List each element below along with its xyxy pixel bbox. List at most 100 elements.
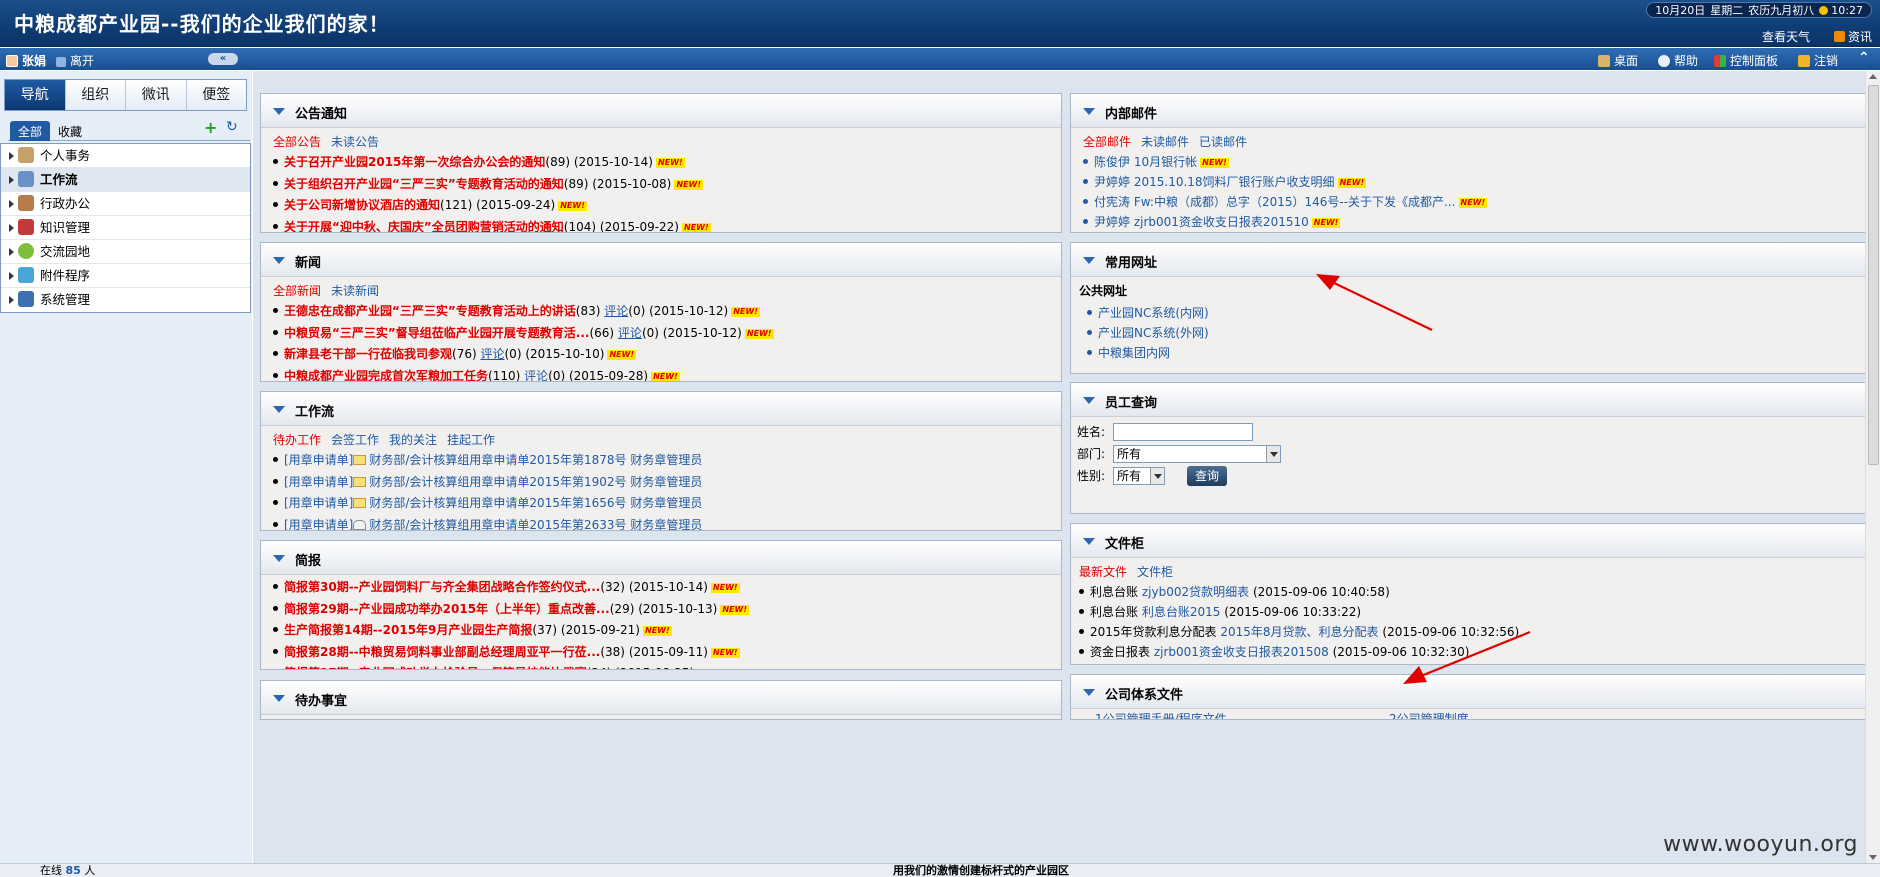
menu-item-workflow[interactable]: 工作流 (1, 168, 250, 192)
news-link[interactable]: 资讯 (1833, 28, 1872, 45)
tab-org[interactable]: 组织 (65, 80, 126, 110)
collapse-icon[interactable] (273, 695, 285, 702)
mail-item[interactable]: 付宪涛 Fw:中粮（成都）总字（2015）146号--关于下发《成都产... NE… (1083, 192, 1854, 212)
dept-select[interactable]: 所有 (1113, 445, 1281, 463)
gender-select[interactable]: 所有 (1113, 467, 1165, 485)
collapse-icon[interactable] (1083, 397, 1095, 404)
workflow-item[interactable]: [用章申请单] 财务部/会计核算组用章申请单2015年第1878号 财务章管理员 (273, 450, 1049, 472)
workflow-title-link[interactable]: 财务部/会计核算组用章申请单2015年第1902号 (369, 475, 626, 489)
briefing-item[interactable]: 简报第29期--产业园成功举办2015年（上半年）重点改善...(29) (20… (273, 599, 1049, 621)
filter-file-cabinet[interactable]: 文件柜 (1137, 565, 1173, 579)
scroll-thumb[interactable] (1868, 85, 1879, 465)
query-button[interactable]: 查询 (1187, 466, 1228, 486)
briefing-title-link[interactable]: 生产简报第14期--2015年9月产业园生产简报 (284, 623, 532, 637)
workflow-item[interactable]: [用章申请单] 财务部/会计核算组用章申请单2015年第1656号 财务章管理员 (273, 493, 1049, 515)
filter-unread-news[interactable]: 未读新闻 (331, 284, 379, 298)
mail-item[interactable]: 陈俊伊 10月银行帐 NEW! (1083, 152, 1854, 172)
filter-all-notices[interactable]: 全部公告 (273, 135, 321, 149)
briefing-title-link[interactable]: 简报第27期--产业园成功举办检验员、保管员技能比武赛 (284, 666, 587, 669)
website-item[interactable]: 产业园NC系统(外网) (1087, 323, 1854, 343)
notice-title-link[interactable]: 关于召开产业园2015年第一次综合办公会的通知 (284, 155, 545, 169)
menu-item-personal[interactable]: 个人事务 (1, 144, 250, 168)
menu-item-attachments[interactable]: 附件程序 (1, 264, 250, 288)
filter-my-follow[interactable]: 我的关注 (389, 433, 437, 447)
news-title-link[interactable]: 中粮成都产业园完成首次军粮加工任务 (284, 369, 488, 382)
mail-subject-link[interactable]: Fw:中粮（成都）总字（2015）146号--关于下发《成都产... (1134, 195, 1456, 209)
website-link[interactable]: 产业园NC系统(外网) (1098, 326, 1209, 340)
collapse-icon[interactable] (1083, 538, 1095, 545)
news-item[interactable]: 王德忠在成都产业园“三严三实”专题教育活动上的讲话(83) 评论(0) (201… (273, 301, 1049, 323)
file-item[interactable]: 利息台账 zjyb002贷款明细表 (2015-09-06 10:40:58) (1079, 582, 1854, 602)
online-count[interactable]: 在线 85 人 (40, 864, 95, 877)
filter-pending-work[interactable]: 待办工作 (273, 433, 321, 447)
notice-item[interactable]: 关于公司新增协议酒店的通知(121) (2015-09-24) NEW! (273, 195, 1049, 217)
file-item[interactable]: 周计划 IT中心周工作总结2015年33周 (2015-08-14 08:30:… (1079, 662, 1854, 664)
mail-subject-link[interactable]: zjrb001资金收支日报表201510 (1134, 215, 1309, 229)
filter-all-mail[interactable]: 全部邮件 (1083, 135, 1131, 149)
workflow-item[interactable]: [用章申请单] 财务部/会计核算组用章申请单2015年第2633号 财务章管理员 (273, 515, 1049, 531)
workflow-title-link[interactable]: 财务部/会计核算组用章申请单2015年第1878号 (369, 453, 626, 467)
refresh-icon[interactable]: ↻ (226, 120, 238, 134)
briefing-item[interactable]: 简报第28期--中粮贸易饲料事业部副总经理周亚平一行莅...(38) (2015… (273, 642, 1049, 664)
website-link[interactable]: 中粮集团内网 (1098, 346, 1170, 360)
news-item[interactable]: 新津县老干部一行莅临我司参观(76) 评论(0) (2015-10-10) NEW… (273, 344, 1049, 366)
page-scrollbar[interactable] (1865, 71, 1880, 863)
workflow-title-link[interactable]: 财务部/会计核算组用章申请单2015年第2633号 (369, 518, 626, 531)
mail-item[interactable]: 尹婷婷 zjrb001资金收支日报表201510 NEW! (1083, 212, 1854, 232)
filter-all-news[interactable]: 全部新闻 (273, 284, 321, 298)
file-link[interactable]: zjyb002贷款明细表 (1142, 585, 1249, 599)
news-title-link[interactable]: 王德忠在成都产业园“三严三实”专题教育活动上的讲话 (284, 304, 576, 318)
file-link[interactable]: 利息台账2015 (1142, 605, 1221, 619)
tab-message[interactable]: 微讯 (126, 80, 187, 110)
briefing-title-link[interactable]: 简报第29期--产业园成功举办2015年（上半年）重点改善... (284, 602, 610, 616)
file-item[interactable]: 资金日报表 zjrb001资金收支日报表201508 (2015-09-06 1… (1079, 642, 1854, 662)
expand-top-button[interactable]: ⌃ (1858, 50, 1870, 66)
mail-subject-link[interactable]: 2015.10.18饲料厂银行账户收支明细 (1134, 175, 1335, 189)
menu-item-system[interactable]: 系统管理 (1, 288, 250, 312)
collapse-icon[interactable] (1083, 257, 1095, 264)
desktop-button[interactable]: 桌面 (1598, 52, 1638, 69)
notice-item[interactable]: 关于召开产业园2015年第一次综合办公会的通知(89) (2015-10-14)… (273, 152, 1049, 174)
file-link[interactable]: 2015年8月贷款、利息分配表 (1220, 625, 1378, 639)
news-title-link[interactable]: 新津县老干部一行莅临我司参观 (284, 347, 452, 361)
notice-title-link[interactable]: 关于公司新增协议酒店的通知 (284, 198, 440, 212)
file-link[interactable]: zjrb001资金收支日报表201508 (1154, 645, 1329, 659)
user-name[interactable]: 张娟 (6, 52, 46, 69)
collapse-sidebar-button[interactable]: « (208, 53, 238, 65)
subtab-favorites[interactable]: 收藏 (50, 121, 90, 141)
system-doc-link[interactable]: 1公司管理手册/程序文件 (1095, 710, 1227, 719)
briefing-title-link[interactable]: 简报第28期--中粮贸易饲料事业部副总经理周亚平一行莅... (284, 645, 600, 659)
comment-link[interactable]: 评论 (524, 369, 548, 382)
news-item[interactable]: 中粮成都产业园完成首次军粮加工任务(110) 评论(0) (2015-09-28… (273, 366, 1049, 382)
help-button[interactable]: 帮助 (1658, 52, 1698, 69)
comment-link[interactable]: 评论 (618, 326, 642, 340)
logout-button[interactable]: 注销 (1798, 52, 1838, 69)
menu-item-admin-office[interactable]: 行政办公 (1, 192, 250, 216)
briefing-item[interactable]: 简报第30期--产业园饲料厂与齐全集团战略合作签约仪式...(32) (2015… (273, 577, 1049, 599)
menu-item-knowledge[interactable]: 知识管理 (1, 216, 250, 240)
filter-latest-files[interactable]: 最新文件 (1079, 565, 1127, 579)
collapse-icon[interactable] (273, 555, 285, 562)
news-title-link[interactable]: 中粮贸易“三严三实”督导组莅临产业园开展专题教育活... (284, 326, 589, 340)
briefing-title-link[interactable]: 简报第30期--产业园饲料厂与齐全集团战略合作签约仪式... (284, 580, 600, 594)
tab-nav[interactable]: 导航 (5, 80, 66, 110)
comment-link[interactable]: 评论 (604, 304, 628, 318)
file-item[interactable]: 2015年贷款利息分配表 2015年8月贷款、利息分配表 (2015-09-06… (1079, 622, 1854, 642)
collapse-icon[interactable] (273, 406, 285, 413)
briefing-item[interactable]: 生产简报第14期--2015年9月产业园生产简报(37) (2015-09-21… (273, 620, 1049, 642)
name-input[interactable] (1113, 423, 1253, 441)
menu-item-forum[interactable]: 交流园地 (1, 240, 250, 264)
notice-title-link[interactable]: 关于开展“迎中秋、庆国庆”全员团购营销活动的通知 (284, 220, 564, 233)
system-doc-link[interactable]: 2公司管理制度 (1389, 710, 1469, 719)
website-item[interactable]: 中粮集团内网 (1087, 343, 1854, 363)
collapse-icon[interactable] (1083, 108, 1095, 115)
filter-read-mail[interactable]: 已读邮件 (1199, 135, 1247, 149)
workflow-title-link[interactable]: 财务部/会计核算组用章申请单2015年第1656号 (369, 496, 626, 510)
add-icon[interactable]: + (204, 120, 217, 136)
website-item[interactable]: 产业园NC系统(内网) (1087, 303, 1854, 323)
user-status[interactable]: 离开 (56, 52, 94, 69)
filter-unread-notices[interactable]: 未读公告 (331, 135, 379, 149)
filter-suspended-work[interactable]: 挂起工作 (447, 433, 495, 447)
notice-title-link[interactable]: 关于组织召开产业园“三严三实”专题教育活动的通知 (284, 177, 564, 191)
filter-countersign-work[interactable]: 会签工作 (331, 433, 379, 447)
